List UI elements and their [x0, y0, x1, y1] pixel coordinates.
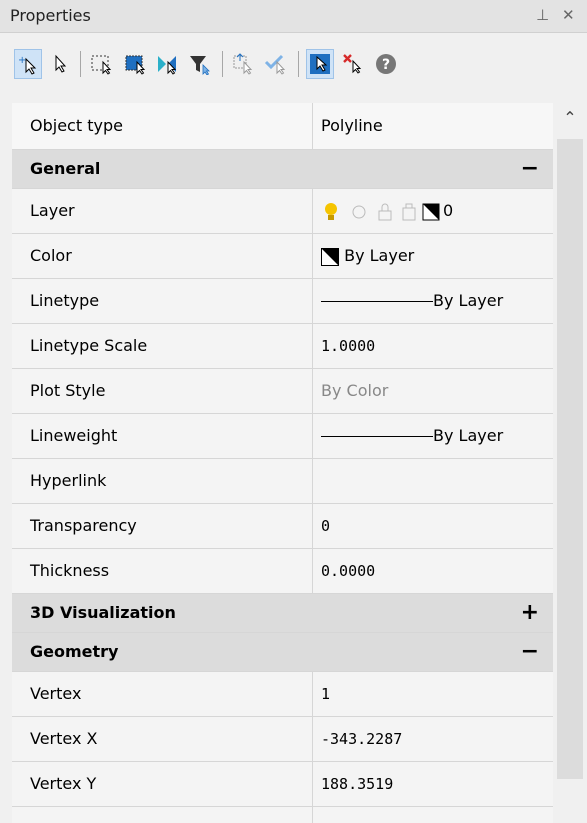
close-icon[interactable]: ✕	[562, 6, 575, 24]
palette-title: Properties	[10, 6, 91, 25]
property-row-linetype[interactable]: Linetype By Layer	[12, 279, 553, 324]
property-label: Hyperlink	[30, 471, 107, 490]
property-value-linetype[interactable]: By Layer	[312, 279, 553, 323]
property-row-vertex-y[interactable]: Vertex Y 188.3519	[12, 762, 553, 807]
property-value-hyperlink[interactable]	[312, 459, 553, 503]
category-label: General	[30, 159, 101, 178]
collapse-icon[interactable]: −	[521, 633, 539, 671]
lineweight-preview	[321, 436, 433, 437]
property-value-vertex-x[interactable]: -343.2287	[312, 717, 553, 761]
property-row-hyperlink[interactable]: Hyperlink	[12, 459, 553, 504]
add-to-selection-icon[interactable]: +	[14, 49, 42, 79]
color-swatch-icon	[321, 247, 339, 266]
scrollbar-thumb[interactable]	[557, 139, 583, 779]
property-row-thickness[interactable]: Thickness 0.0000	[12, 549, 553, 594]
property-row-layer[interactable]: Layer 0	[12, 189, 553, 234]
properties-toolbar: + ?	[0, 33, 587, 101]
category-label: 3D Visualization	[30, 603, 176, 622]
property-row-lineweight[interactable]: Lineweight By Layer	[12, 414, 553, 459]
layer-name: 0	[443, 201, 454, 220]
lineweight-value: By Layer	[433, 426, 504, 445]
help-icon[interactable]: ?	[372, 49, 400, 79]
vertical-scrollbar[interactable]: ⌃	[553, 103, 587, 804]
svg-text:+: +	[18, 55, 26, 66]
object-type-value[interactable]: Polyline	[312, 103, 553, 149]
pin-icon[interactable]: ⊥	[536, 6, 549, 24]
property-value-transparency[interactable]: 0	[312, 504, 553, 548]
category-geometry[interactable]: Geometry −	[12, 633, 553, 672]
collapse-icon[interactable]: −	[521, 150, 539, 188]
property-label: Linetype Scale	[30, 336, 148, 355]
deselect-all-icon[interactable]	[340, 49, 368, 79]
property-value-layer[interactable]: 0	[312, 189, 553, 233]
property-value-linetype-scale[interactable]: 1.0000	[312, 324, 553, 368]
properties-palette: Properties ⊥ ✕ + ? Object type Polyline …	[0, 0, 587, 823]
property-label: Layer	[30, 201, 75, 220]
object-type-label: Object type	[30, 116, 123, 135]
property-value-vertex-y[interactable]: 188.3519	[312, 762, 553, 806]
select-similar-icon[interactable]	[122, 49, 150, 79]
property-label: Thickness	[30, 561, 110, 580]
property-value-plot-style: By Color	[312, 369, 553, 413]
quick-select-icon[interactable]	[154, 49, 182, 79]
property-label: Transparency	[30, 516, 137, 535]
property-value-lineweight[interactable]: By Layer	[312, 414, 553, 458]
lightbulb-icon	[325, 202, 337, 220]
category-3d-visualization[interactable]: 3D Visualization +	[12, 594, 553, 633]
property-row-vertex[interactable]: Vertex 1	[12, 672, 553, 717]
category-general[interactable]: General −	[12, 150, 553, 189]
object-type-row[interactable]: Object type Polyline	[12, 103, 553, 150]
property-value-thickness[interactable]: 0.0000	[312, 549, 553, 593]
color-swatch-icon	[422, 203, 440, 220]
filter-icon[interactable]	[186, 49, 214, 79]
category-label: Geometry	[30, 642, 119, 661]
property-grid: Object type Polyline General − Layer 0 C…	[12, 103, 553, 823]
property-label: Linetype	[30, 291, 100, 310]
property-label: Plot Style	[30, 381, 106, 400]
lock-icon	[378, 203, 392, 220]
plot-icon	[402, 203, 416, 220]
pickadd-icon[interactable]	[306, 49, 334, 79]
check-selection-icon[interactable]	[262, 49, 290, 79]
toolbar-separator	[80, 51, 81, 77]
freeze-icon	[352, 205, 366, 218]
quick-select-window-icon[interactable]	[88, 49, 116, 79]
property-label: Vertex	[30, 684, 82, 703]
property-row-color[interactable]: Color By Layer	[12, 234, 553, 279]
linetype-preview	[321, 301, 433, 302]
svg-text:?: ?	[382, 57, 390, 73]
toolbar-separator	[298, 51, 299, 77]
expand-icon[interactable]: +	[521, 594, 539, 632]
property-row-partial	[12, 807, 553, 823]
linetype-value: By Layer	[433, 291, 504, 310]
property-row-linetype-scale[interactable]: Linetype Scale 1.0000	[12, 324, 553, 369]
property-label: Lineweight	[30, 426, 118, 445]
color-value: By Layer	[344, 246, 415, 265]
scroll-up-icon[interactable]: ⌃	[553, 103, 587, 133]
property-label: Vertex X	[30, 729, 98, 748]
property-row-transparency[interactable]: Transparency 0	[12, 504, 553, 549]
property-value-color[interactable]: By Layer	[312, 234, 553, 278]
property-label: Color	[30, 246, 72, 265]
palette-titlebar[interactable]: Properties ⊥ ✕	[0, 0, 587, 33]
property-row-vertex-x[interactable]: Vertex X -343.2287	[12, 717, 553, 762]
toolbar-separator	[222, 51, 223, 77]
select-object-icon[interactable]	[46, 49, 74, 79]
property-value-vertex[interactable]: 1	[312, 672, 553, 716]
property-row-plot-style[interactable]: Plot Style By Color	[12, 369, 553, 414]
property-value-partial	[312, 807, 553, 823]
match-properties-icon[interactable]	[230, 49, 258, 79]
property-label: Vertex Y	[30, 774, 97, 793]
